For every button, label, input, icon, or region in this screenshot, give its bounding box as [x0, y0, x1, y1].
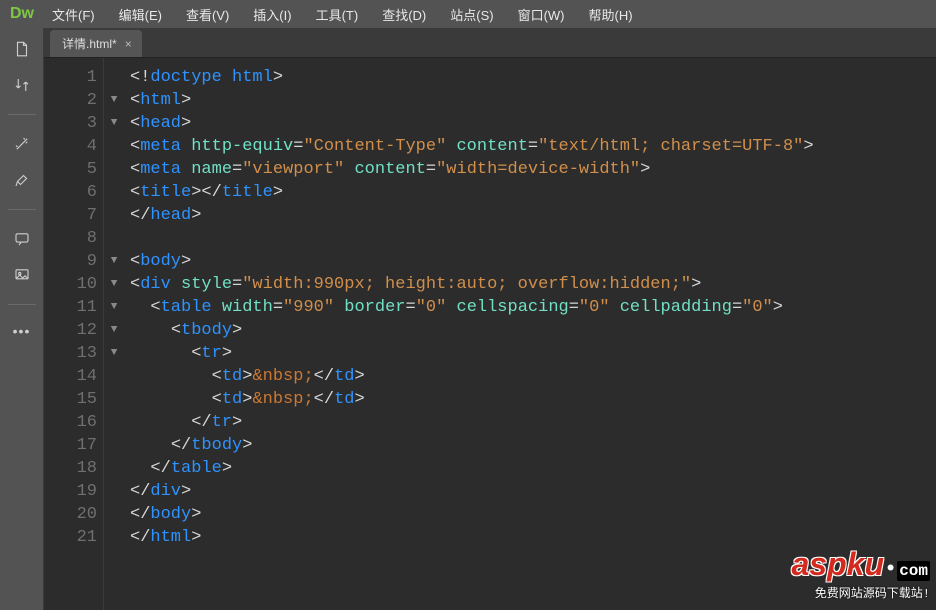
sort-icon[interactable] [9, 74, 35, 96]
watermark: aspku•com 免费网站源码下载站! [792, 553, 931, 606]
menu-item[interactable]: 文件(F) [40, 5, 107, 24]
workspace: ••• 详情.html* × 1234567891011121314151617… [0, 28, 936, 610]
separator [8, 304, 36, 305]
menu-item[interactable]: 工具(T) [304, 5, 371, 24]
file-icon[interactable] [9, 38, 35, 60]
code-editor[interactable]: 123456789101112131415161718192021 ▼▼▼▼▼▼… [44, 58, 936, 610]
menu-item[interactable]: 查看(V) [174, 5, 241, 24]
separator [8, 114, 36, 115]
watermark-text: aspku [792, 546, 884, 582]
separator [8, 209, 36, 210]
code-content[interactable]: <!doctype html><html><head><meta http-eq… [124, 58, 936, 610]
menu-item[interactable]: 窗口(W) [506, 5, 577, 24]
tab-title: 详情.html* [62, 35, 117, 52]
image-icon[interactable] [9, 264, 35, 286]
editor-area: 详情.html* × 12345678910111213141516171819… [44, 28, 936, 610]
menu-bar: Dw 文件(F)编辑(E)查看(V)插入(I)工具(T)查找(D)站点(S)窗口… [0, 0, 936, 28]
document-tab[interactable]: 详情.html* × [50, 30, 142, 57]
comment-icon[interactable] [9, 228, 35, 250]
menu-item[interactable]: 帮助(H) [577, 5, 645, 24]
brush-icon[interactable] [9, 169, 35, 191]
menu-item[interactable]: 查找(D) [370, 5, 438, 24]
app-logo: Dw [4, 5, 40, 23]
menu-item[interactable]: 插入(I) [241, 5, 303, 24]
more-tools-icon[interactable]: ••• [13, 323, 31, 339]
tool-panel: ••• [0, 28, 44, 610]
menu-item[interactable]: 编辑(E) [107, 5, 174, 24]
wand-icon[interactable] [9, 133, 35, 155]
fold-gutter[interactable]: ▼▼▼▼▼▼▼ [104, 58, 124, 610]
menu-item[interactable]: 站点(S) [438, 5, 505, 24]
close-icon[interactable]: × [125, 37, 132, 51]
watermark-subtitle: 免费网站源码下载站! [792, 583, 931, 606]
tab-bar: 详情.html* × [44, 28, 936, 58]
line-gutter: 123456789101112131415161718192021 [44, 58, 104, 610]
